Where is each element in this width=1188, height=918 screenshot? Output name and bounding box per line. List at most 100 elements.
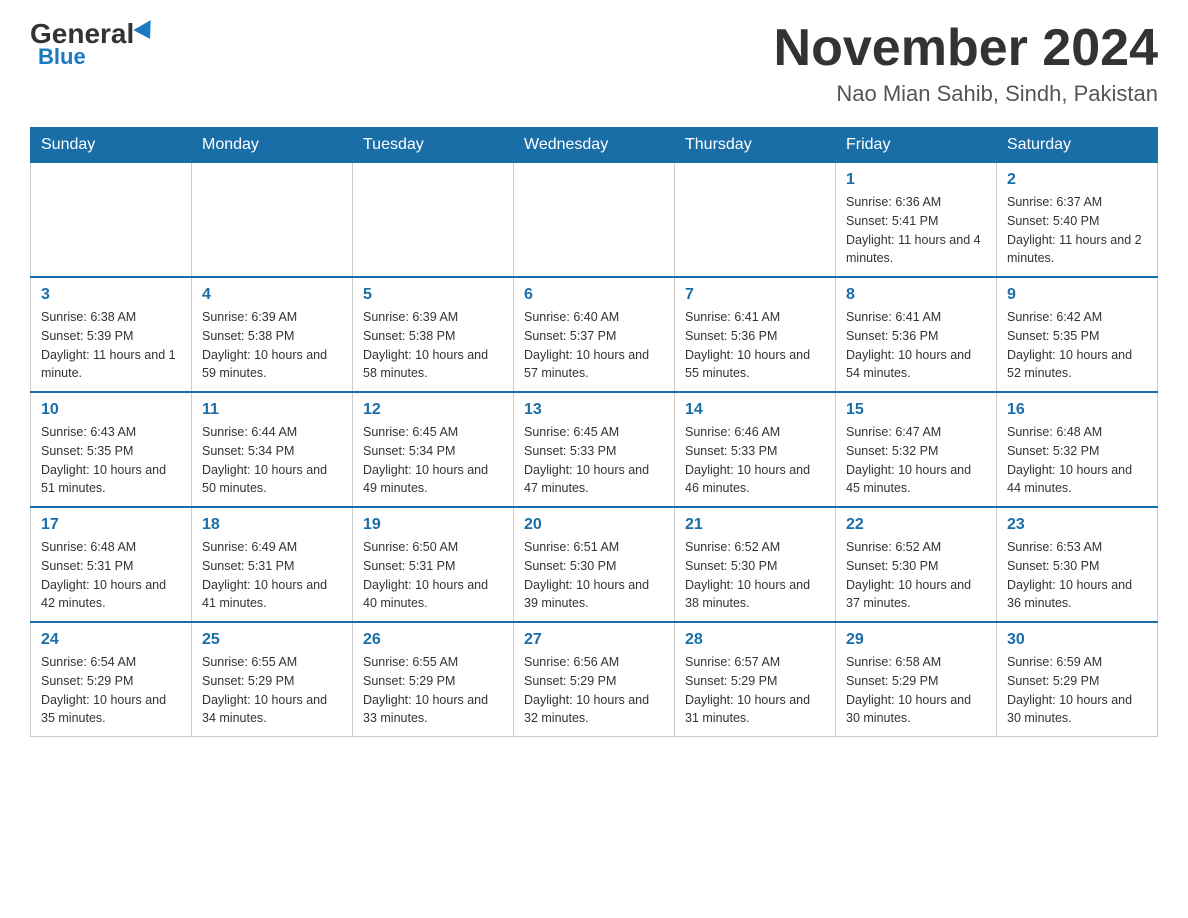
day-number: 25 [202,631,342,649]
calendar-cell [514,163,675,278]
day-info: Sunrise: 6:47 AMSunset: 5:32 PMDaylight:… [846,423,986,498]
day-info: Sunrise: 6:52 AMSunset: 5:30 PMDaylight:… [685,538,825,613]
calendar-cell: 3Sunrise: 6:38 AMSunset: 5:39 PMDaylight… [31,277,192,392]
calendar-cell [675,163,836,278]
day-info: Sunrise: 6:49 AMSunset: 5:31 PMDaylight:… [202,538,342,613]
day-header-wednesday: Wednesday [514,128,675,163]
day-info: Sunrise: 6:55 AMSunset: 5:29 PMDaylight:… [202,653,342,728]
calendar-cell: 19Sunrise: 6:50 AMSunset: 5:31 PMDayligh… [353,507,514,622]
calendar-cell [192,163,353,278]
calendar-week-row: 24Sunrise: 6:54 AMSunset: 5:29 PMDayligh… [31,622,1158,737]
day-number: 24 [41,631,181,649]
calendar-cell: 23 Sunrise: 6:53 AMSunset: 5:30 PMDayligh… [997,507,1158,622]
calendar-cell: 20 Sunrise: 6:51 AMSunset: 5:30 PMDayligh… [514,507,675,622]
day-number: 17 [41,516,181,534]
day-info: Sunrise: 6:55 AMSunset: 5:29 PMDaylight:… [363,653,503,728]
day-info: Sunrise: 6:42 AMSunset: 5:35 PMDaylight:… [1007,308,1147,383]
day-info: Sunrise: 6:53 AMSunset: 5:30 PMDaylight:… [1007,538,1147,613]
calendar-cell: 6 Sunrise: 6:40 AMSunset: 5:37 PMDaylight… [514,277,675,392]
day-header-monday: Monday [192,128,353,163]
calendar-week-row: 10 Sunrise: 6:43 AMSunset: 5:35 PMDayligh… [31,392,1158,507]
day-header-tuesday: Tuesday [353,128,514,163]
day-number: 23 [1007,516,1147,534]
calendar-cell: 10 Sunrise: 6:43 AMSunset: 5:35 PMDayligh… [31,392,192,507]
day-info: Sunrise: 6:36 AMSunset: 5:41 PMDaylight:… [846,193,986,268]
header: General Blue November 2024 Nao Mian Sahi… [30,20,1158,107]
calendar-cell: 24Sunrise: 6:54 AMSunset: 5:29 PMDayligh… [31,622,192,737]
calendar-cell: 14Sunrise: 6:46 AMSunset: 5:33 PMDayligh… [675,392,836,507]
day-info: Sunrise: 6:45 AMSunset: 5:33 PMDaylight:… [524,423,664,498]
title-area: November 2024 Nao Mian Sahib, Sindh, Pak… [774,20,1158,107]
calendar-cell: 12 Sunrise: 6:45 AMSunset: 5:34 PMDayligh… [353,392,514,507]
day-number: 8 [846,286,986,304]
day-number: 18 [202,516,342,534]
day-info: Sunrise: 6:41 AMSunset: 5:36 PMDaylight:… [685,308,825,383]
calendar-cell: 2 Sunrise: 6:37 AMSunset: 5:40 PMDaylight… [997,163,1158,278]
calendar-cell: 28 Sunrise: 6:57 AMSunset: 5:29 PMDayligh… [675,622,836,737]
day-number: 11 [202,401,342,419]
day-info: Sunrise: 6:50 AMSunset: 5:31 PMDaylight:… [363,538,503,613]
calendar-cell: 30 Sunrise: 6:59 AMSunset: 5:29 PMDayligh… [997,622,1158,737]
day-number: 28 [685,631,825,649]
day-info: Sunrise: 6:39 AMSunset: 5:38 PMDaylight:… [363,308,503,383]
day-number: 1 [846,171,986,189]
calendar-cell: 26 Sunrise: 6:55 AMSunset: 5:29 PMDayligh… [353,622,514,737]
day-info: Sunrise: 6:39 AMSunset: 5:38 PMDaylight:… [202,308,342,383]
day-number: 29 [846,631,986,649]
day-number: 10 [41,401,181,419]
day-number: 13 [524,401,664,419]
day-info: Sunrise: 6:48 AMSunset: 5:32 PMDaylight:… [1007,423,1147,498]
calendar-week-row: 3Sunrise: 6:38 AMSunset: 5:39 PMDaylight… [31,277,1158,392]
calendar-cell: 25 Sunrise: 6:55 AMSunset: 5:29 PMDayligh… [192,622,353,737]
day-number: 6 [524,286,664,304]
calendar-cell: 15 Sunrise: 6:47 AMSunset: 5:32 PMDayligh… [836,392,997,507]
calendar-cell: 11 Sunrise: 6:44 AMSunset: 5:34 PMDayligh… [192,392,353,507]
day-info: Sunrise: 6:57 AMSunset: 5:29 PMDaylight:… [685,653,825,728]
calendar-cell: 8Sunrise: 6:41 AMSunset: 5:36 PMDaylight… [836,277,997,392]
calendar-header-row: SundayMondayTuesdayWednesdayThursdayFrid… [31,128,1158,163]
day-number: 16 [1007,401,1147,419]
day-info: Sunrise: 6:56 AMSunset: 5:29 PMDaylight:… [524,653,664,728]
calendar-cell [31,163,192,278]
day-number: 21 [685,516,825,534]
day-info: Sunrise: 6:48 AMSunset: 5:31 PMDaylight:… [41,538,181,613]
day-info: Sunrise: 6:51 AMSunset: 5:30 PMDaylight:… [524,538,664,613]
day-info: Sunrise: 6:44 AMSunset: 5:34 PMDaylight:… [202,423,342,498]
day-info: Sunrise: 6:45 AMSunset: 5:34 PMDaylight:… [363,423,503,498]
calendar-cell: 27 Sunrise: 6:56 AMSunset: 5:29 PMDayligh… [514,622,675,737]
day-number: 27 [524,631,664,649]
calendar-cell: 13 Sunrise: 6:45 AMSunset: 5:33 PMDayligh… [514,392,675,507]
day-number: 30 [1007,631,1147,649]
day-number: 12 [363,401,503,419]
logo: General Blue [30,20,156,70]
day-header-thursday: Thursday [675,128,836,163]
calendar-week-row: 17 Sunrise: 6:48 AMSunset: 5:31 PMDayligh… [31,507,1158,622]
day-header-friday: Friday [836,128,997,163]
calendar-cell: 22 Sunrise: 6:52 AMSunset: 5:30 PMDayligh… [836,507,997,622]
logo-blue-text: Blue [30,44,86,70]
subtitle: Nao Mian Sahib, Sindh, Pakistan [774,81,1158,107]
day-number: 2 [1007,171,1147,189]
day-number: 15 [846,401,986,419]
day-info: Sunrise: 6:43 AMSunset: 5:35 PMDaylight:… [41,423,181,498]
day-number: 22 [846,516,986,534]
day-number: 3 [41,286,181,304]
calendar-cell: 18 Sunrise: 6:49 AMSunset: 5:31 PMDayligh… [192,507,353,622]
day-number: 7 [685,286,825,304]
calendar-cell: 21 Sunrise: 6:52 AMSunset: 5:30 PMDayligh… [675,507,836,622]
logo-triangle-icon [134,20,159,44]
day-number: 9 [1007,286,1147,304]
day-header-sunday: Sunday [31,128,192,163]
day-info: Sunrise: 6:46 AMSunset: 5:33 PMDaylight:… [685,423,825,498]
day-number: 20 [524,516,664,534]
day-info: Sunrise: 6:59 AMSunset: 5:29 PMDaylight:… [1007,653,1147,728]
calendar-table: SundayMondayTuesdayWednesdayThursdayFrid… [30,127,1158,737]
calendar-cell: 1 Sunrise: 6:36 AMSunset: 5:41 PMDaylight… [836,163,997,278]
main-title: November 2024 [774,20,1158,77]
calendar-cell: 29Sunrise: 6:58 AMSunset: 5:29 PMDayligh… [836,622,997,737]
day-info: Sunrise: 6:52 AMSunset: 5:30 PMDaylight:… [846,538,986,613]
day-number: 5 [363,286,503,304]
day-info: Sunrise: 6:37 AMSunset: 5:40 PMDaylight:… [1007,193,1147,268]
day-info: Sunrise: 6:40 AMSunset: 5:37 PMDaylight:… [524,308,664,383]
day-number: 26 [363,631,503,649]
